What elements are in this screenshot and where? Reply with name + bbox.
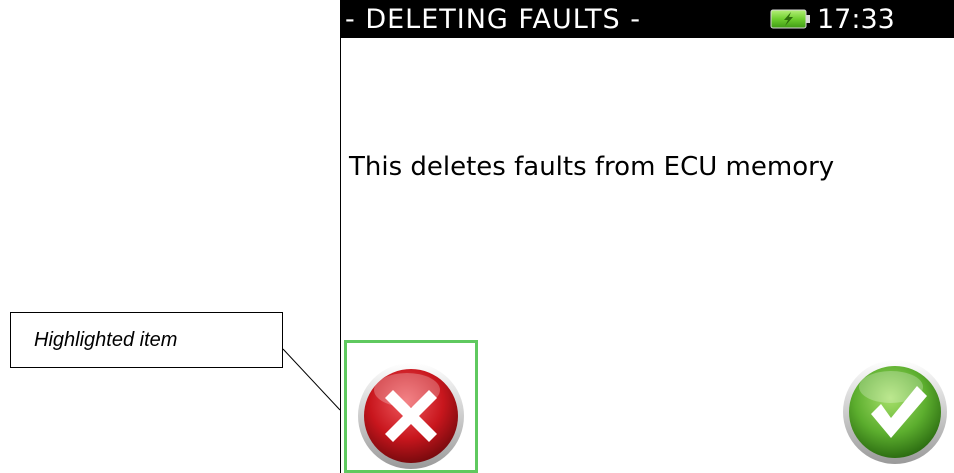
- stage: Highlighted item - DELETING FAULTS - 17:…: [0, 0, 954, 473]
- title-bar: - DELETING FAULTS - 17:33: [341, 0, 954, 38]
- page-title: - DELETING FAULTS -: [345, 4, 642, 35]
- info-message: This deletes faults from ECU memory: [349, 152, 835, 182]
- battery-charging-icon: [770, 9, 810, 29]
- cancel-button[interactable]: [344, 340, 478, 473]
- device-screen: - DELETING FAULTS - 17:33 This deletes f…: [340, 0, 954, 473]
- clock: 17:33: [817, 4, 895, 35]
- cancel-x-icon: [358, 363, 464, 469]
- confirm-check-icon: [843, 360, 947, 464]
- callout-box: Highlighted item: [10, 312, 283, 368]
- callout-label: Highlighted item: [34, 329, 178, 351]
- confirm-button[interactable]: [839, 352, 951, 470]
